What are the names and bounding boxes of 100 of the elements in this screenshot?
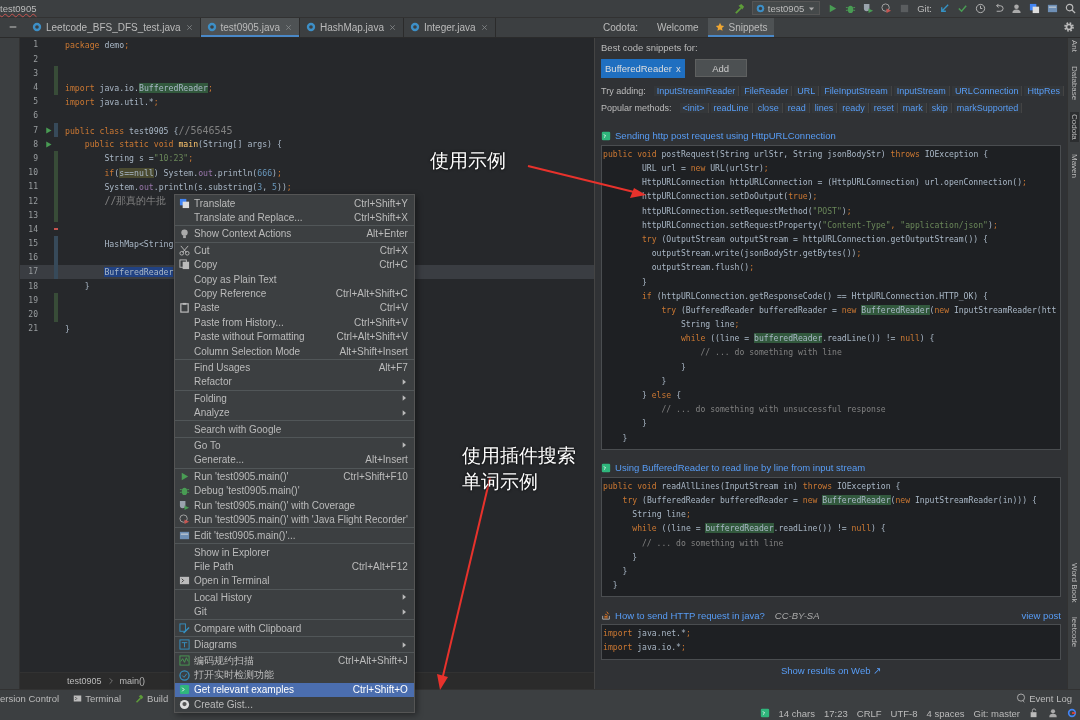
menu-item[interactable]: Find Usages Alt+F7 [175,360,414,375]
menu-item[interactable]: Git [175,604,414,619]
menu-item[interactable]: Go To [175,438,414,453]
suggestion-link[interactable]: InputStream [893,86,950,97]
translate-icon[interactable] [1029,2,1040,14]
panel-tab[interactable]: Welcome [650,17,706,37]
close-icon[interactable] [184,22,194,32]
suggestion-link[interactable]: read [784,103,810,114]
menu-item[interactable]: Local History [175,590,414,605]
menu-item[interactable]: Copy Reference Ctrl+Alt+Shift+C [175,286,414,301]
status-item[interactable]: 14 chars [778,707,815,719]
menu-item[interactable]: Run 'test0905.main()' with 'Java Flight Recorder' [175,512,414,527]
menu-item[interactable]: Analyze [175,405,414,420]
menu-item[interactable]: Translate and Replace... Ctrl+Shift+X [175,210,414,225]
menu-item[interactable]: Run 'test0905.main()' with Coverage [175,497,414,513]
status-item[interactable]: UTF-8 [890,707,918,719]
snippet-title-link[interactable]: Using BufferedReader to read line by line from input stream [615,462,866,474]
close-icon[interactable] [479,22,489,32]
menu-item[interactable]: Debug 'test0905.main()' [175,483,414,498]
suggestion-link[interactable]: skip [928,103,952,114]
suggestion-link[interactable]: URLConnection [951,86,1023,97]
search-icon[interactable] [1065,2,1076,14]
menu-item[interactable]: Show in Explorer [175,545,414,560]
tool-window-tab[interactable]: leetcode [1069,614,1079,649]
profiler-icon[interactable] [881,2,893,14]
breadcrumb-item[interactable]: test0905 [67,676,102,686]
tool-window-tab[interactable]: Word Book [1069,561,1079,605]
tool-window-button[interactable]: ersion Control [0,692,60,704]
suggestion-link[interactable]: <init> [679,103,709,114]
snippet-title-link[interactable]: Sending http post request using HttpURLConnection [615,130,836,142]
history-icon[interactable] [975,2,986,14]
menu-item[interactable]: Run 'test0905.main()' Ctrl+Shift+F10 [175,469,414,484]
status-item[interactable]: 4 spaces [926,707,965,719]
editor-tab[interactable]: Leetcode_BFS_DFS_test.java [26,17,201,37]
tool-window-tab[interactable]: Database [1069,63,1079,103]
user-icon[interactable] [1048,708,1058,718]
suggestion-link[interactable]: FileInputStream [821,86,892,97]
menu-item[interactable]: Column Selection Mode Alt+Shift+Insert [175,343,414,359]
check-icon[interactable] [957,2,968,14]
menu-item[interactable]: Create Gist... [175,696,414,712]
remove-chip-mark[interactable]: x [675,62,681,74]
menu-item[interactable]: Show Context Actions Alt+Enter [175,226,414,242]
editor-tab[interactable]: Integer.java [403,17,496,37]
menu-item[interactable]: Search with Google [175,421,414,437]
menu-item[interactable]: Get relevant examples Ctrl+Shift+O [175,682,414,697]
run-gutter-icon[interactable] [43,125,53,135]
menu-item[interactable]: Copy Ctrl+C [175,257,414,272]
coverage-icon[interactable] [863,2,875,14]
tool-window-tab[interactable]: Maven [1069,151,1079,180]
view-post-link[interactable]: view post [1021,609,1061,621]
suggestion-link[interactable]: FileReader [741,86,793,97]
lock-icon[interactable] [1029,708,1039,718]
menu-item[interactable]: Paste Ctrl+V [175,300,414,316]
suggestion-link[interactable]: readLine [710,103,753,114]
update-arrow-icon[interactable] [939,2,950,14]
menu-item[interactable]: File Path Ctrl+Alt+F12 [175,559,414,574]
codota-icon[interactable] [759,708,770,718]
settings-icon[interactable] [1064,22,1074,33]
tool-window-button[interactable]: Terminal [73,692,122,704]
add-button[interactable]: Add [694,59,747,78]
menu-item[interactable]: 编码规约扫描 Ctrl+Alt+Shift+J [175,653,414,669]
suggestion-link[interactable]: close [754,103,783,114]
hammer-icon[interactable] [733,2,745,14]
menu-item[interactable]: Copy as Plain Text [175,271,414,287]
menu-item[interactable]: Translate Ctrl+Shift+Y [175,196,414,211]
menu-item[interactable]: Diagrams [175,637,414,652]
menu-item[interactable]: Compare with Clipboard [175,620,414,636]
run-config-dropdown[interactable]: test0905 [751,1,821,16]
tool-window-tab[interactable]: Codota [1069,112,1079,142]
menu-item[interactable]: Paste without Formatting Ctrl+Alt+Shift+V [175,329,414,344]
suggestion-link[interactable]: HttpRes [1024,86,1064,97]
file-breadcrumb[interactable]: test0905 [0,2,37,14]
tool-window-button[interactable]: Build [135,692,169,704]
suggestion-link[interactable]: lines [811,103,838,114]
menu-item[interactable]: Generate... Alt+Insert [175,452,414,468]
menu-item[interactable]: 打开实时检测功能 [175,668,414,683]
suggestion-link[interactable]: reset [870,103,898,114]
editor-tab[interactable]: HashMap.java [300,17,404,37]
snippet-title-link[interactable]: How to send HTTP request in java? [615,609,765,621]
run-gutter-icon[interactable] [43,139,53,149]
menu-item[interactable]: Refactor [175,374,414,390]
menu-item[interactable]: Folding [175,391,414,406]
event-log-button[interactable]: Event Log [1016,692,1072,704]
suggestion-link[interactable]: mark [899,103,927,114]
tool-window-tab[interactable]: Ant [1069,37,1079,54]
query-chip[interactable]: BufferedReader x [601,58,685,78]
menu-item[interactable]: Paste from History... Ctrl+Shift+V [175,315,414,330]
status-item[interactable]: 17:23 [824,707,848,719]
menu-item[interactable]: Cut Ctrl+X [175,243,414,258]
suggestion-link[interactable]: ready [839,103,869,114]
breadcrumb-item[interactable]: main() [119,676,146,686]
run-icon[interactable] [827,2,839,14]
show-results-link[interactable]: Show results on Web ↗ [780,664,882,676]
user-icon[interactable] [1011,2,1022,14]
round-logo-icon[interactable] [1067,708,1077,718]
suggestion-link[interactable]: InputStreamReader [653,86,740,97]
status-item[interactable]: CRLF [856,707,882,719]
menu-item[interactable]: Edit 'test0905.main()'... [175,528,414,543]
status-item[interactable]: Git: master [973,707,1020,719]
suggestion-link[interactable]: markSupported [953,103,1023,114]
